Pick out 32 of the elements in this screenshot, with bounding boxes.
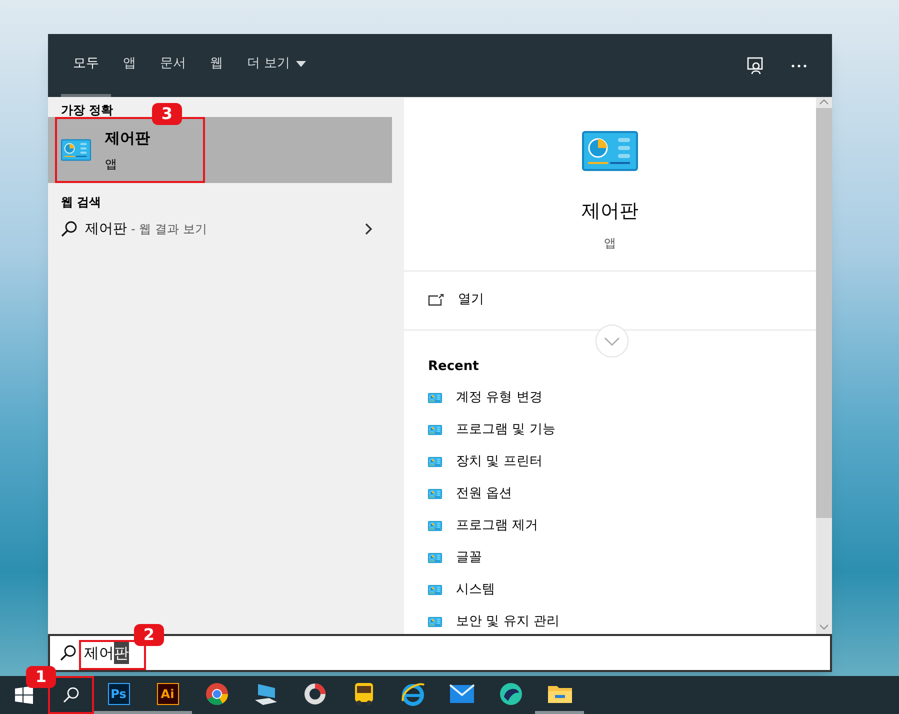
search-query: 제어 (84, 642, 114, 664)
step-number-badge: 1 (26, 666, 56, 688)
taskbar-app[interactable]: Ai (143, 676, 192, 714)
recent-item[interactable]: 시스템 (404, 574, 816, 606)
recent-item[interactable]: 장치 및 프린터 (404, 446, 816, 478)
filter-tab[interactable]: 문서 (148, 34, 198, 97)
preview-type: 앱 (604, 234, 616, 252)
section-heading: 웹 검색 (60, 194, 102, 211)
result-type: 앱 (105, 156, 118, 174)
filter-tab[interactable]: 더 보기 (235, 34, 318, 97)
step-number-badge: 2 (134, 624, 164, 646)
result-title: 제어판 (105, 128, 150, 149)
recent-item[interactable]: 프로그램 제거 (404, 510, 816, 542)
app-logo-icon[interactable]: Ps (108, 682, 130, 704)
preview-title: 제어판 (582, 199, 638, 224)
recent-item[interactable]: 글꼴 (404, 542, 816, 574)
app-logo-icon[interactable]: Ai (156, 682, 178, 704)
open-label: 열기 (458, 291, 484, 310)
recent-heading: Recent (427, 358, 480, 376)
recent-item[interactable]: 보안 및 유지 관리 (404, 606, 816, 634)
recent-item[interactable]: 전원 옵션 (404, 478, 816, 510)
recent-item[interactable]: 프로그램 및 기능 (404, 414, 816, 446)
step-number-badge: 3 (152, 103, 182, 125)
web-result-hint: - 웹 결과 보기 (131, 221, 207, 238)
filter-tab[interactable]: 앱 (111, 34, 148, 97)
selected-query-text: 판 (114, 642, 129, 664)
taskbar-app[interactable]: Ps (94, 676, 143, 714)
web-query-text: 제어판 (85, 220, 127, 238)
filter-tab[interactable]: 웹 (198, 34, 235, 97)
section-heading: 가장 정확 (60, 103, 114, 117)
recent-item[interactable]: 계정 유형 변경 (404, 382, 816, 414)
web-search-result[interactable]: 제어판 - 웹 결과 보기 (48, 211, 392, 247)
